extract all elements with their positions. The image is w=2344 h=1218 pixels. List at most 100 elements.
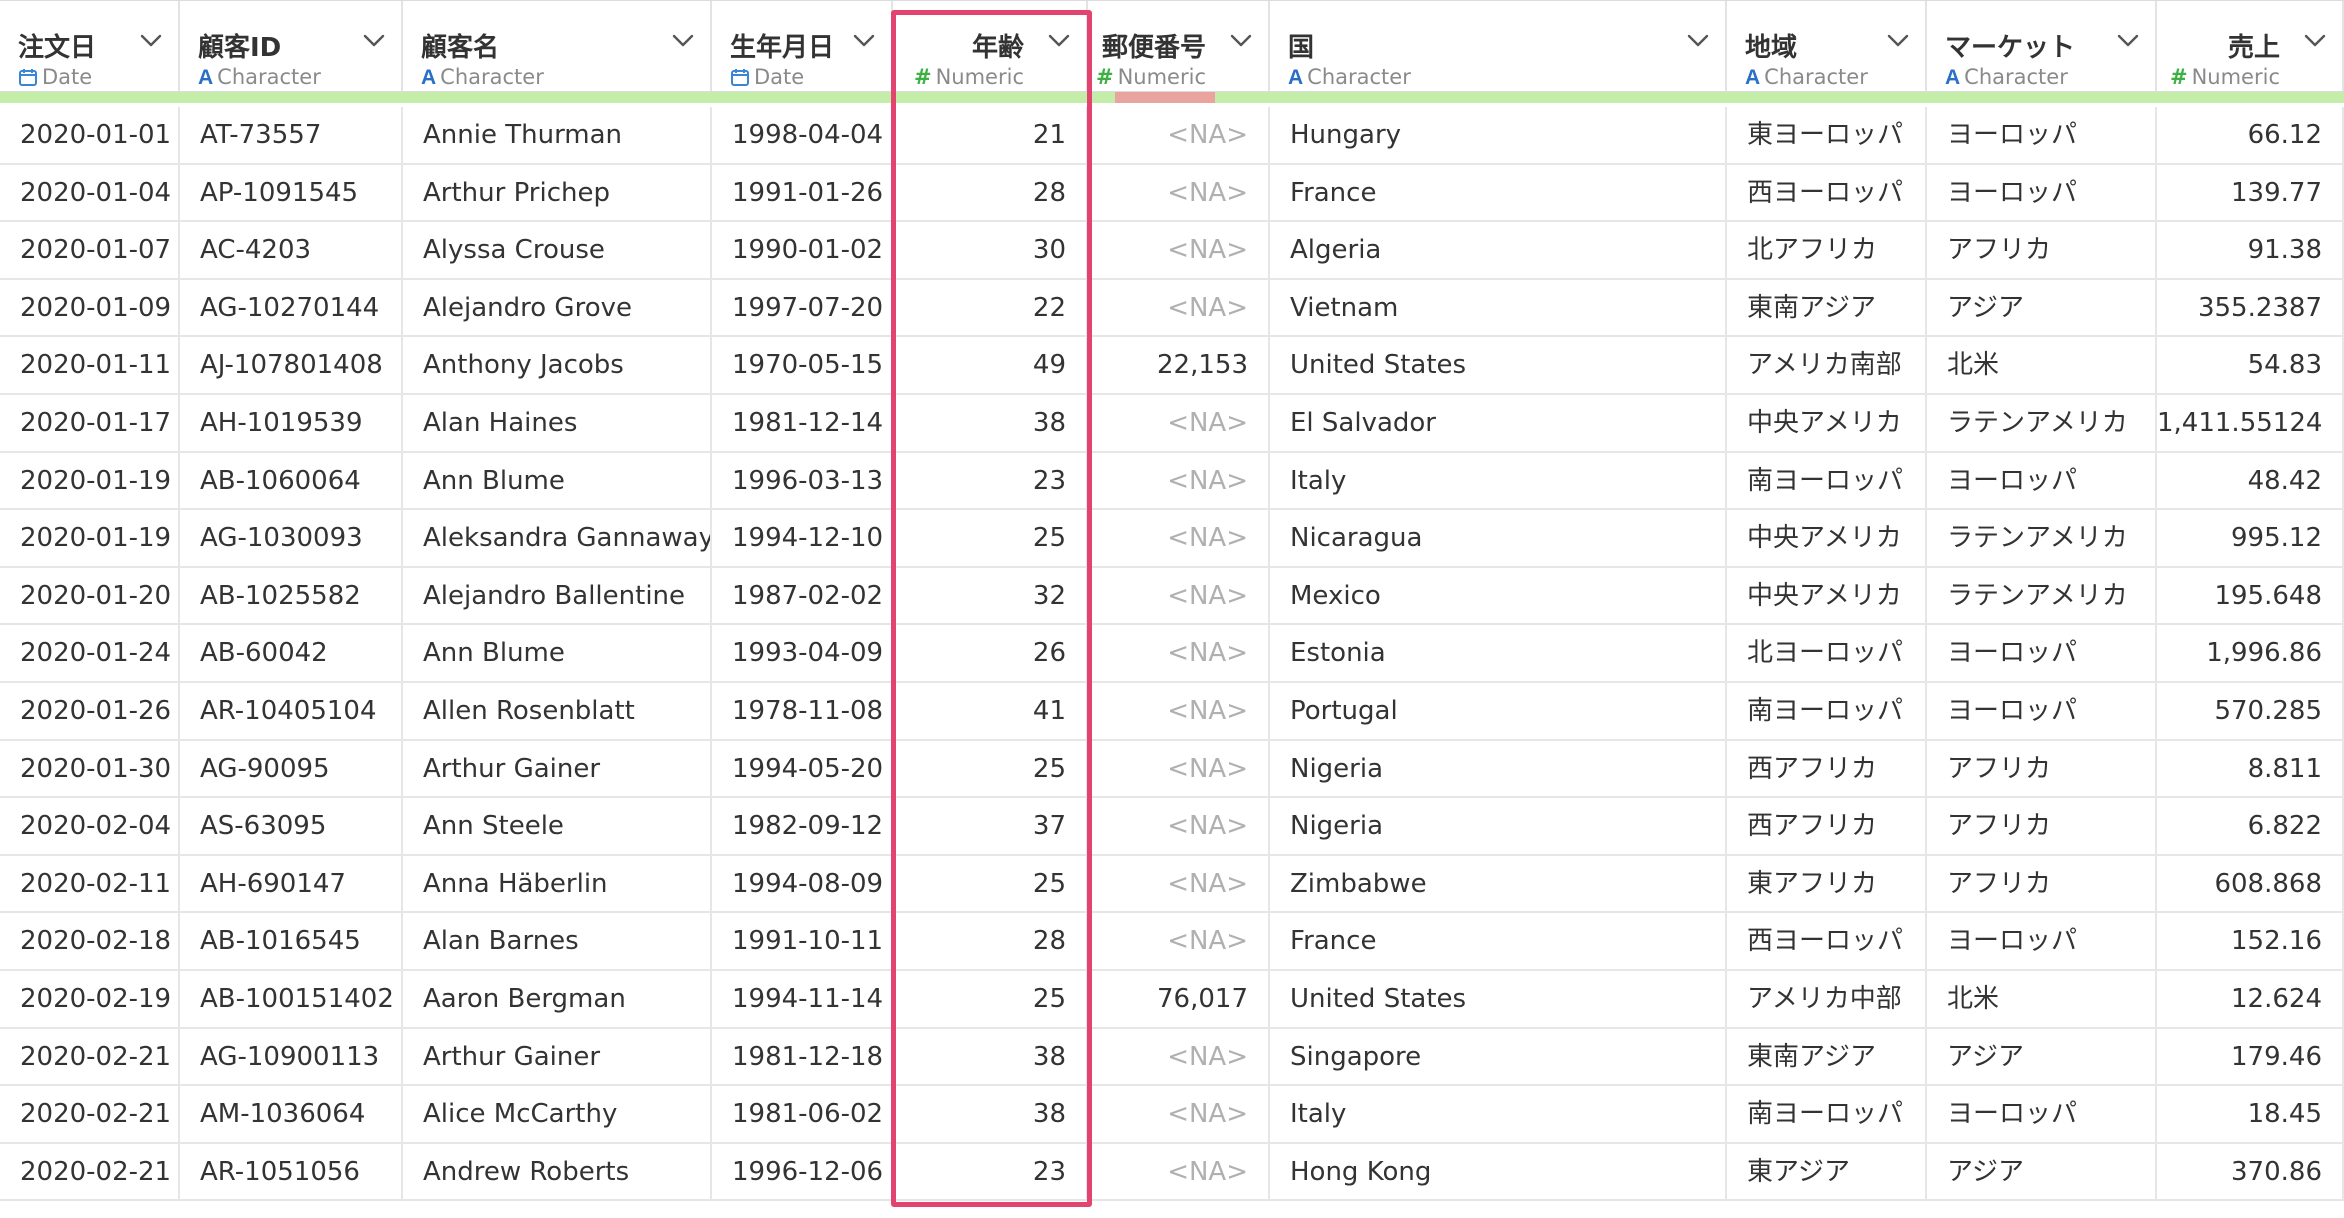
table-cell[interactable]: Estonia bbox=[1270, 625, 1727, 683]
table-cell[interactable]: 1981-06-02 bbox=[712, 1086, 893, 1144]
table-cell[interactable]: Andrew Roberts bbox=[403, 1143, 712, 1202]
table-cell[interactable]: 48.42 bbox=[2157, 452, 2344, 511]
table-cell[interactable]: 25 bbox=[893, 855, 1088, 914]
table-cell[interactable]: 2020-01-09 bbox=[0, 279, 180, 338]
table-cell[interactable]: 1982-09-12 bbox=[712, 798, 893, 856]
table-cell[interactable]: 25 bbox=[893, 740, 1088, 799]
table-cell[interactable]: 2020-01-19 bbox=[0, 510, 180, 568]
table-cell[interactable]: 中央アメリカ bbox=[1727, 567, 1927, 626]
table-cell[interactable]: Ann Blume bbox=[403, 452, 712, 511]
table-cell[interactable]: France bbox=[1270, 164, 1727, 223]
table-cell[interactable]: 2020-01-01 bbox=[0, 107, 180, 165]
table-cell[interactable]: El Salvador bbox=[1270, 395, 1727, 453]
table-cell[interactable]: 28 bbox=[893, 164, 1088, 223]
column-header[interactable]: 注文日 Date bbox=[0, 1, 180, 91]
table-cell[interactable]: AR-1051056 bbox=[180, 1143, 403, 1202]
table-cell[interactable]: Nicaragua bbox=[1270, 510, 1727, 568]
table-cell[interactable]: AJ-107801408 bbox=[180, 337, 403, 395]
table-cell[interactable]: Alan Haines bbox=[403, 395, 712, 453]
table-cell[interactable]: 1996-12-06 bbox=[712, 1143, 893, 1202]
table-cell[interactable]: 32 bbox=[893, 567, 1088, 626]
table-cell[interactable]: 12.624 bbox=[2157, 971, 2344, 1029]
table-cell[interactable]: ヨーロッパ bbox=[1927, 683, 2157, 741]
table-cell[interactable]: <NA> bbox=[1088, 222, 1270, 280]
table-cell[interactable]: AG-90095 bbox=[180, 740, 403, 799]
table-cell[interactable]: Portugal bbox=[1270, 683, 1727, 741]
table-cell[interactable]: AR-10405104 bbox=[180, 683, 403, 741]
table-cell[interactable]: アジア bbox=[1927, 1028, 2157, 1087]
chevron-down-icon[interactable] bbox=[1885, 31, 1911, 49]
table-cell[interactable]: 22 bbox=[893, 279, 1088, 338]
table-cell[interactable]: Annie Thurman bbox=[403, 107, 712, 165]
table-cell[interactable]: 2020-01-24 bbox=[0, 625, 180, 683]
table-cell[interactable]: 2020-01-04 bbox=[0, 164, 180, 223]
table-cell[interactable]: アメリカ中部 bbox=[1727, 971, 1927, 1029]
chevron-down-icon[interactable] bbox=[2115, 31, 2141, 49]
table-cell[interactable]: 1991-10-11 bbox=[712, 913, 893, 971]
table-row[interactable]: 2020-02-11 AH-690147 Anna Häberlin 1994-08-… bbox=[0, 855, 2344, 914]
table-row[interactable]: 2020-01-26 AR-10405104 Allen Rosenblatt 197… bbox=[0, 683, 2344, 741]
table-row[interactable]: 2020-01-30 AG-90095 Arthur Gainer 1994-05-2… bbox=[0, 740, 2344, 799]
table-cell[interactable]: 西ヨーロッパ bbox=[1727, 913, 1927, 971]
table-cell[interactable]: 2020-01-11 bbox=[0, 337, 180, 395]
table-cell[interactable]: 北アフリカ bbox=[1727, 222, 1927, 280]
table-cell[interactable]: 東ヨーロッパ bbox=[1727, 107, 1927, 165]
table-cell[interactable]: Alice McCarthy bbox=[403, 1086, 712, 1144]
table-cell[interactable]: 355.2387 bbox=[2157, 279, 2344, 338]
table-cell[interactable]: <NA> bbox=[1088, 913, 1270, 971]
chevron-down-icon[interactable] bbox=[851, 31, 877, 49]
table-cell[interactable]: Alejandro Grove bbox=[403, 279, 712, 338]
table-cell[interactable]: ヨーロッパ bbox=[1927, 1086, 2157, 1144]
table-cell[interactable]: <NA> bbox=[1088, 625, 1270, 683]
table-cell[interactable]: Alyssa Crouse bbox=[403, 222, 712, 280]
chevron-down-icon[interactable] bbox=[670, 31, 696, 49]
table-cell[interactable]: 1994-05-20 bbox=[712, 740, 893, 799]
table-cell[interactable]: 北米 bbox=[1927, 971, 2157, 1029]
table-cell[interactable]: Allen Rosenblatt bbox=[403, 683, 712, 741]
chevron-down-icon[interactable] bbox=[138, 31, 164, 49]
table-row[interactable]: 2020-01-07 AC-4203 Alyssa Crouse 1990-01-02… bbox=[0, 222, 2344, 280]
table-cell[interactable]: Aleksandra Gannaway bbox=[403, 510, 712, 568]
table-cell[interactable]: AM-1036064 bbox=[180, 1086, 403, 1144]
table-cell[interactable]: <NA> bbox=[1088, 855, 1270, 914]
table-cell[interactable]: Anna Häberlin bbox=[403, 855, 712, 914]
table-cell[interactable]: AB-1060064 bbox=[180, 452, 403, 511]
table-cell[interactable]: 北ヨーロッパ bbox=[1727, 625, 1927, 683]
table-cell[interactable]: Aaron Bergman bbox=[403, 971, 712, 1029]
table-cell[interactable]: 1,411.55124 bbox=[2157, 395, 2344, 453]
table-cell[interactable]: アフリカ bbox=[1927, 855, 2157, 914]
table-cell[interactable]: 179.46 bbox=[2157, 1028, 2344, 1087]
column-header[interactable]: 売上 # Numeric bbox=[2157, 1, 2344, 91]
table-cell[interactable]: ヨーロッパ bbox=[1927, 913, 2157, 971]
table-cell[interactable]: アジア bbox=[1927, 279, 2157, 338]
table-cell[interactable]: 30 bbox=[893, 222, 1088, 280]
table-cell[interactable]: 37 bbox=[893, 798, 1088, 856]
table-cell[interactable]: AT-73557 bbox=[180, 107, 403, 165]
table-cell[interactable]: 26 bbox=[893, 625, 1088, 683]
table-cell[interactable]: 38 bbox=[893, 395, 1088, 453]
table-cell[interactable]: <NA> bbox=[1088, 279, 1270, 338]
table-row[interactable]: 2020-02-21 AM-1036064 Alice McCarthy 1981-0… bbox=[0, 1086, 2344, 1144]
table-cell[interactable]: <NA> bbox=[1088, 452, 1270, 511]
table-cell[interactable]: Hungary bbox=[1270, 107, 1727, 165]
table-cell[interactable]: 6.822 bbox=[2157, 798, 2344, 856]
column-header[interactable]: 顧客ID A Character bbox=[180, 1, 403, 91]
table-cell[interactable]: 1997-07-20 bbox=[712, 279, 893, 338]
table-cell[interactable]: 2020-02-21 bbox=[0, 1143, 180, 1202]
table-cell[interactable]: 38 bbox=[893, 1028, 1088, 1087]
table-cell[interactable]: AB-100151402 bbox=[180, 971, 403, 1029]
table-cell[interactable]: アフリカ bbox=[1927, 222, 2157, 280]
table-cell[interactable]: 49 bbox=[893, 337, 1088, 395]
table-cell[interactable]: 2020-02-11 bbox=[0, 855, 180, 914]
table-cell[interactable]: <NA> bbox=[1088, 798, 1270, 856]
table-cell[interactable]: Arthur Gainer bbox=[403, 740, 712, 799]
table-cell[interactable]: 2020-02-04 bbox=[0, 798, 180, 856]
table-cell[interactable]: 西アフリカ bbox=[1727, 798, 1927, 856]
table-cell[interactable]: アジア bbox=[1927, 1143, 2157, 1202]
table-cell[interactable]: AB-1016545 bbox=[180, 913, 403, 971]
table-row[interactable]: 2020-01-09 AG-10270144 Alejandro Grove 1997… bbox=[0, 279, 2344, 338]
table-cell[interactable]: United States bbox=[1270, 971, 1727, 1029]
table-cell[interactable]: <NA> bbox=[1088, 510, 1270, 568]
chevron-down-icon[interactable] bbox=[361, 31, 387, 49]
table-row[interactable]: 2020-01-19 AG-1030093 Aleksandra Gannaway 1… bbox=[0, 510, 2344, 568]
